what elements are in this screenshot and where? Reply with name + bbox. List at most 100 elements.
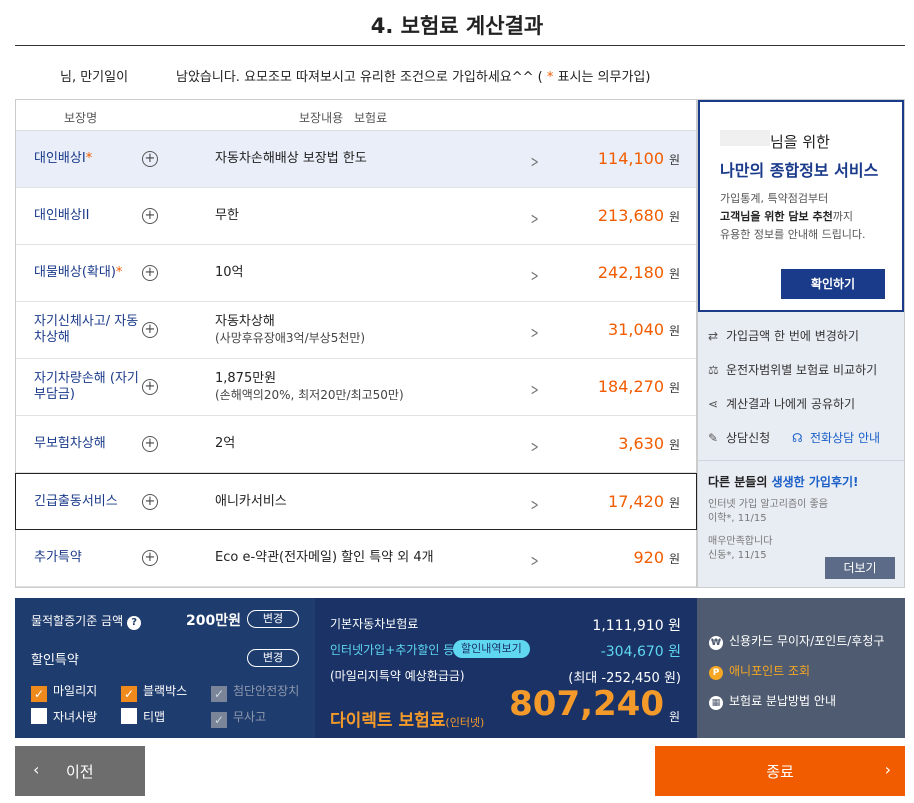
promo-desc-1: 가입통계, 특약점검부터 [720,192,829,205]
checkbox-label: 자녀사랑 [53,710,98,724]
discount-label: 할인특약 [31,653,79,668]
compare-label: 운전자범위별 보험료 비교하기 [726,363,878,377]
coverage-content: Eco e-약관(전자메일) 할인 특약 외 4개 [215,530,434,586]
installment-link[interactable]: ▦ 보험료 분납방법 안내 [709,692,836,710]
table-row[interactable]: 대인배상II + 무한 >213,680 원 [16,188,696,245]
plus-circle-icon[interactable]: + [142,322,158,338]
coverage-name: 대물배상(확대)* [34,245,144,301]
discount-checkbox[interactable]: ✓ 마일리지 [31,682,97,702]
table-row[interactable]: 자기차량손해 (자기부담금) +1,875만원 (손해액의20%, 최저20만/최고… [16,359,696,416]
reviews-title: 다른 분들의 생생한 가입후기! [708,473,859,490]
checkbox-icon: ✓ [121,686,137,702]
coverage-content-text: 10억 [215,265,244,280]
discount-checkbox[interactable]: 티맵 [121,708,165,725]
table-row[interactable]: 무보험차상해 +2억 >3,630 원 [16,416,696,473]
payment-panel: ₩ 신용카드 무이자/포인트/후청구 P 애니포인트 조회 ▦ 보험료 분납방법 안내 [697,598,905,738]
table-row[interactable]: 긴급출동서비스 + 애니카서비스 >17,420 원 [15,473,697,530]
plus-circle-icon[interactable]: + [142,493,158,510]
table-row[interactable]: 대인배상I* + 자동차손해배상 보장법 한도 >114,100 원 [16,131,696,188]
share-label: 계산결과 나에게 공유하기 [726,397,856,411]
required-mark: * [85,151,93,166]
premium-unit: 원 [668,381,680,395]
checkbox-icon: ✓ [211,712,227,728]
chevron-right-icon[interactable]: > [531,209,539,228]
reviews-section: 다른 분들의 생생한 가입후기! 인터넷 가입 알고리즘이 좋음 이학*, 11/… [698,460,904,587]
premium-unit: 원 [668,438,680,452]
chevron-right-icon[interactable]: > [531,323,539,342]
chevron-right-icon[interactable]: > [531,380,539,399]
phone-consult-label: 전화상담 안내 [810,431,881,445]
property-change-button[interactable]: 변경 [247,610,299,628]
discount-checkbox: ✓ 무사고 [211,708,266,728]
plus-circle-icon[interactable]: + [142,436,158,452]
discount-change-button[interactable]: 변경 [247,649,299,667]
chevron-right-icon[interactable]: > [531,495,539,514]
final-label-note: (인터넷) [445,716,485,729]
installment-label: 보험료 분납방법 안내 [729,694,836,708]
plus-circle-icon[interactable]: + [142,379,158,395]
card-label: 신용카드 무이자/포인트/후청구 [729,634,885,648]
promo-box: 님을 위한 나만의 종합정보 서비스 가입통계, 특약점검부터 고객님을 위한 … [698,100,904,312]
change-amount-link[interactable]: ⇄ 가입금액 한 번에 변경하기 [708,327,859,344]
review-text: 인터넷 가입 알고리즘이 좋음 [708,499,828,510]
review-item: 인터넷 가입 알고리즘이 좋음 이학*, 11/15 [708,498,828,526]
coverage-content: 애니카서비스 [215,474,287,529]
consult-label: 상담신청 [726,431,771,445]
table-row[interactable]: 대물배상(확대)* +10억 >242,180 원 [16,245,696,302]
coverage-content: 10억 [215,245,244,301]
header-name: 보장명 [64,111,98,125]
chevron-right-icon[interactable]: > [531,266,539,285]
plus-circle-icon[interactable]: + [142,550,158,566]
coverage-content-sub: (사망후유장애3억/부상5천만) [215,331,366,345]
more-reviews-button[interactable]: 더보기 [825,557,895,579]
confirm-button[interactable]: 확인하기 [781,269,885,299]
title-divider [15,45,905,46]
coverage-name: 무보험차상해 [34,416,144,472]
coverage-name-text: 자기신체사고/ 자동차상해 [34,314,139,345]
headset-icon: ☊ [792,431,803,445]
premium-unit: 원 [668,552,680,566]
share-link[interactable]: ⋖ 계산결과 나에게 공유하기 [708,395,855,412]
property-label: 물적할증기준 금액? [31,612,142,630]
compare-link[interactable]: ⚖ 운전자범위별 보험료 비교하기 [708,361,877,378]
checkbox-label: 티맵 [143,710,166,724]
discount-checkbox[interactable]: 자녀사랑 [31,708,97,725]
coverage-content-text: 애니카서비스 [215,493,287,509]
points-label: 애니포인트 조회 [729,664,811,678]
final-label: 다이렉트 보험료(인터넷) [330,706,484,731]
promo-desc-bold: 고객님을 위한 담보 추천 [720,210,833,223]
phone-consult-link[interactable]: ☊ 전화상담 안내 [792,429,880,446]
help-icon[interactable]: ? [127,616,142,630]
chevron-right-icon[interactable]: > [531,437,539,456]
coverage-content: 자동차상해 (사망후유장애3억/부상5천만) [215,302,365,358]
promo-desc-rest: 까지 [832,210,853,223]
greeting-text: 남았습니다. 요모조모 따져보시고 유리한 조건으로 가입하세요^^ ( [176,70,543,85]
premium-summary: 기본자동차보험료 1,111,910 원 인터넷가입+추가할인 등 할인내역보기… [315,598,697,738]
chevron-right-icon: › [884,760,891,779]
checkbox-icon: ✓ [211,686,227,702]
coverage-name: 대인배상I* [34,131,144,187]
premium-value: 184,270 [597,377,664,396]
plus-circle-icon[interactable]: + [142,208,158,224]
chevron-right-icon[interactable]: > [531,551,539,570]
table-row[interactable]: 자기신체사고/ 자동차상해 + 자동차상해 (사망후유장애3억/부상5천만) >31,0… [16,302,696,359]
plus-circle-icon[interactable]: + [142,265,158,281]
discount-value: -304,670 원 [600,644,681,660]
prev-button[interactable]: ‹ 이전 [15,746,145,796]
discount-checkbox[interactable]: ✓ 블랙박스 [121,682,187,702]
card-link[interactable]: ₩ 신용카드 무이자/포인트/후청구 [709,632,884,650]
end-label: 종료 [766,763,794,781]
plus-circle-icon[interactable]: + [142,151,158,167]
final-label-text: 다이렉트 보험료 [330,711,446,731]
table-header: 보장명 보장내용 보험료 [16,100,696,131]
premium-unit: 원 [668,153,680,167]
discount-detail-button[interactable]: 할인내역보기 [453,640,530,658]
consult-link[interactable]: ✎ 상담신청 [708,429,770,446]
coverage-content-text: 자동차상해 [215,314,275,329]
end-button[interactable]: 종료 › [655,746,905,796]
promo-desc-3: 유용한 정보를 안내해 드립니다. [720,228,866,241]
points-link[interactable]: P 애니포인트 조회 [709,662,810,680]
chevron-right-icon[interactable]: > [531,152,539,171]
table-row[interactable]: 추가특약 + Eco e-약관(전자메일) 할인 특약 외 4개 >920 원 [16,530,696,587]
promo-title: 나만의 종합정보 서비스 [720,161,879,180]
